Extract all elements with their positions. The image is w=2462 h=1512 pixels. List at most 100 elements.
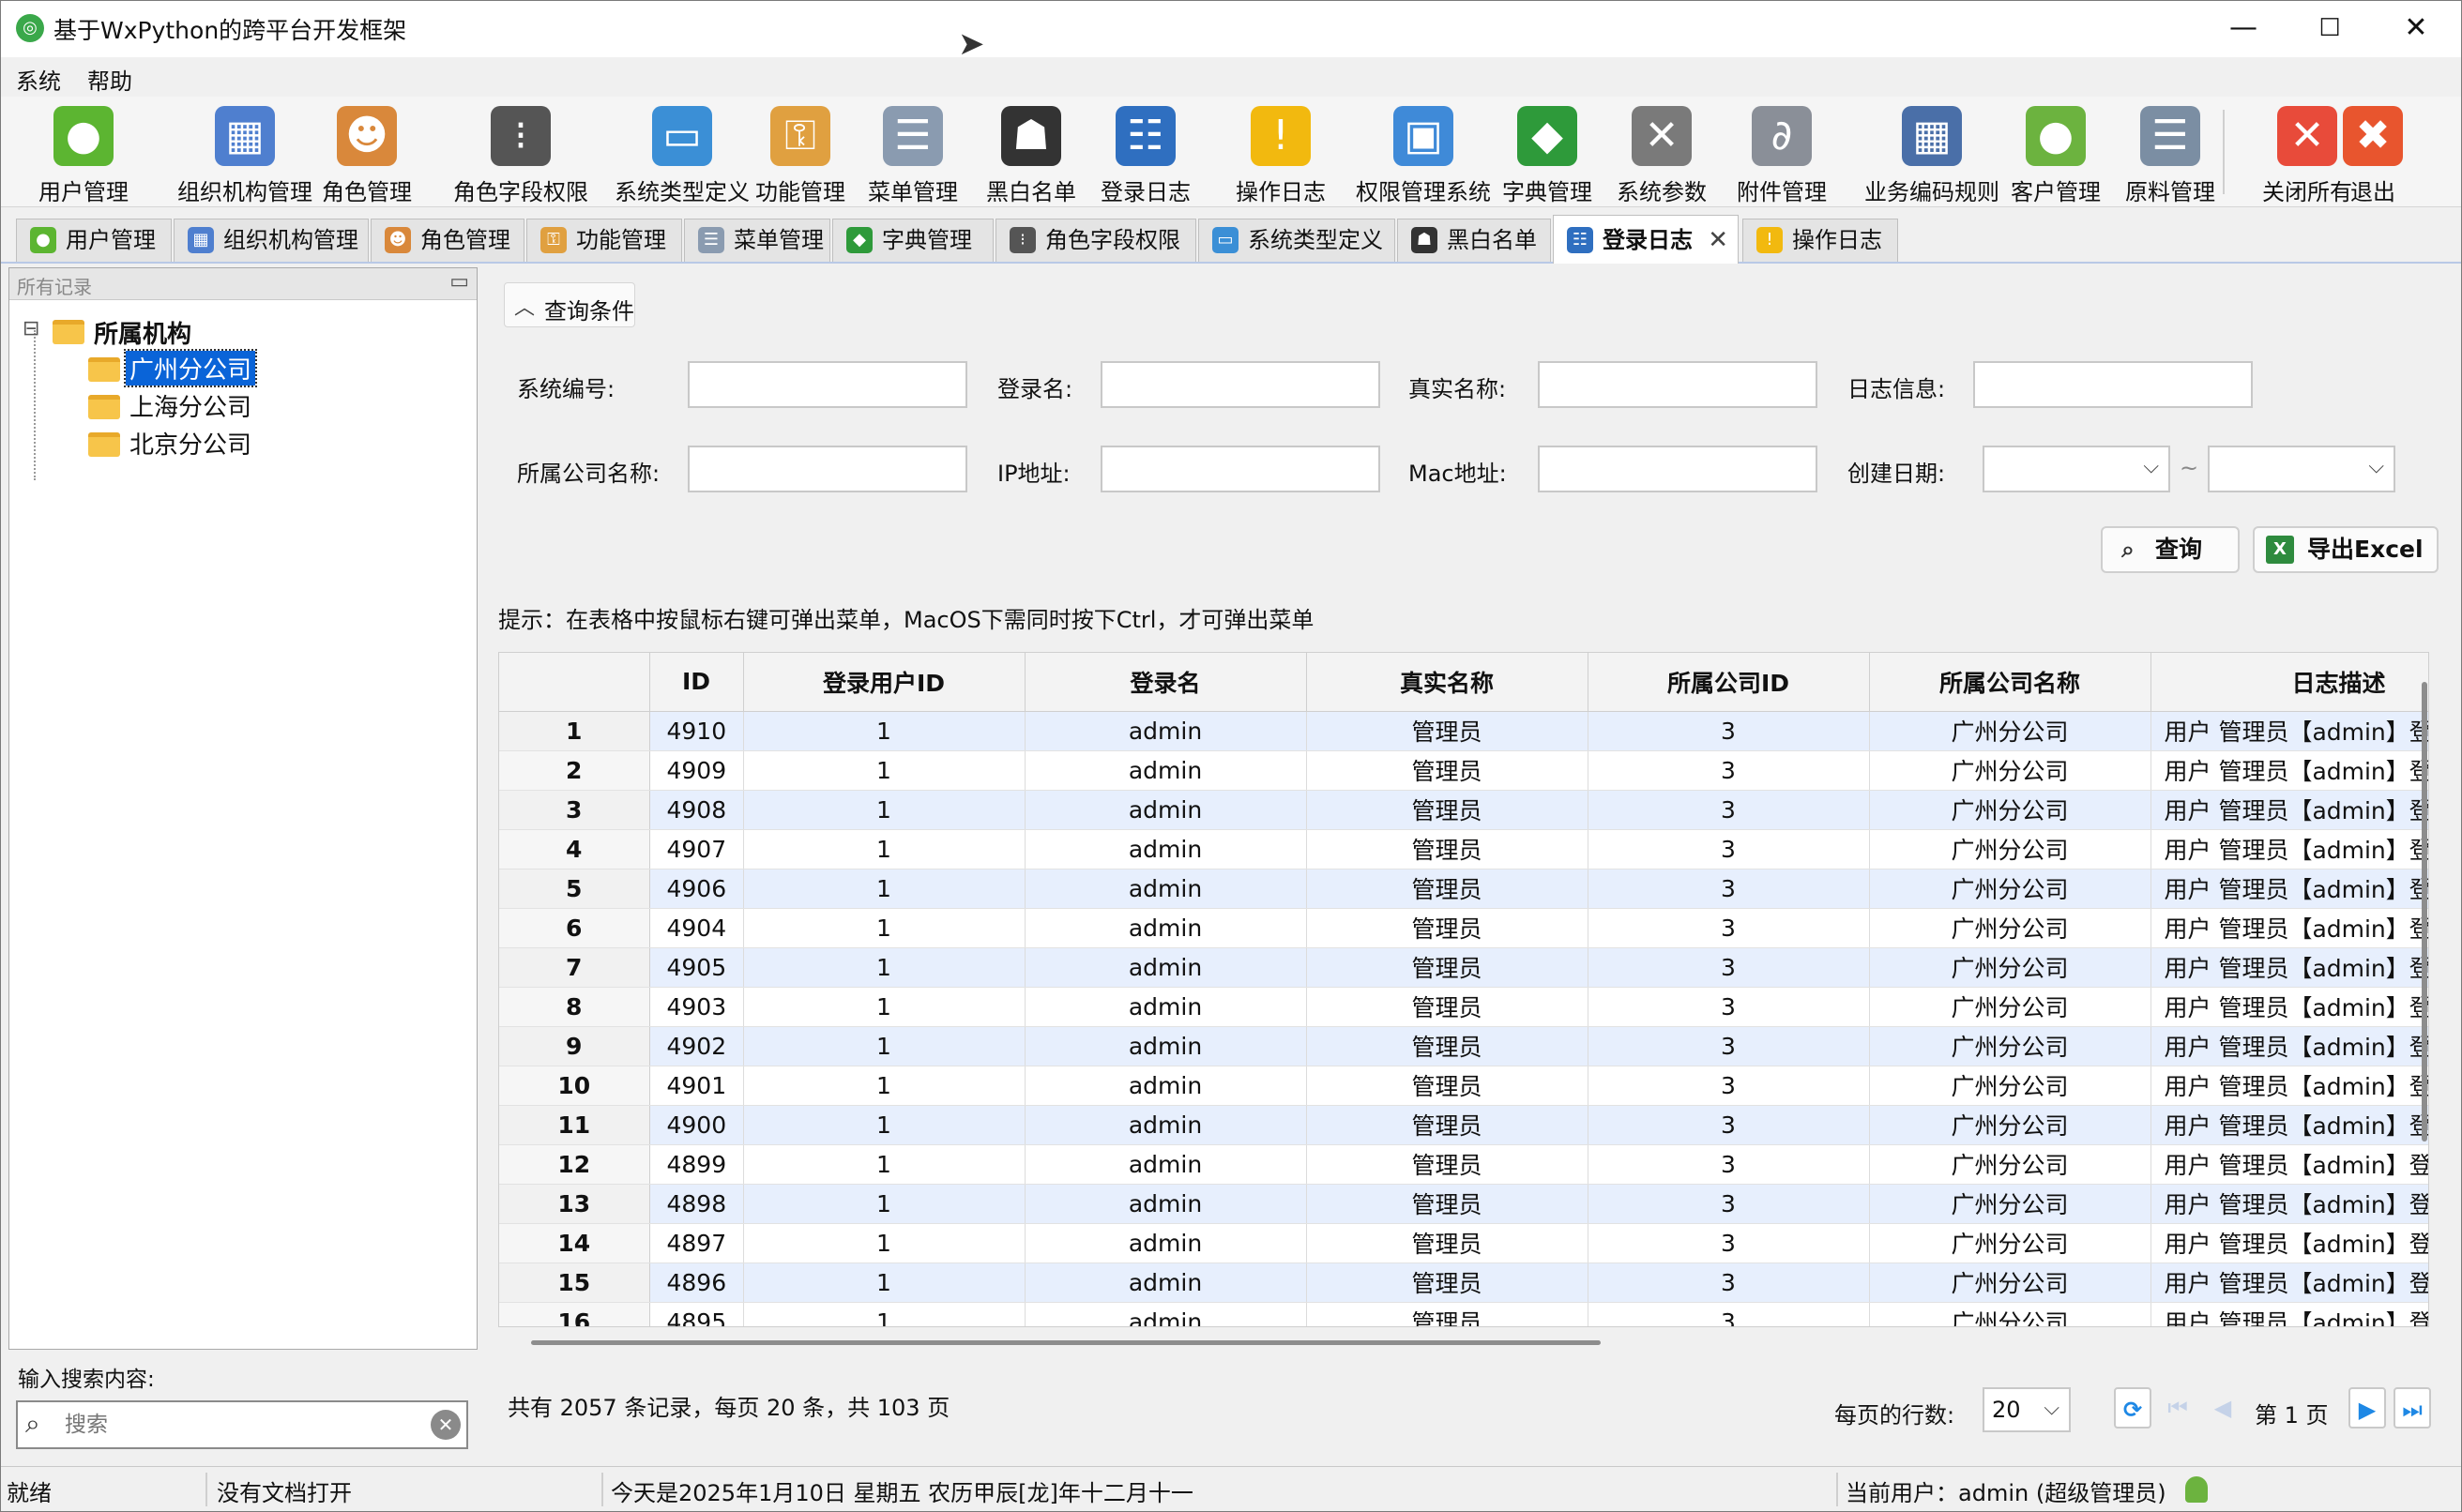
table-cell[interactable]: 1 xyxy=(743,1144,1026,1185)
tab-menu-doc[interactable]: ☰ 菜单管理 xyxy=(684,219,830,262)
table-cell[interactable]: 管理员 xyxy=(1306,1105,1588,1145)
vertical-scrollbar[interactable] xyxy=(2422,682,2427,1142)
table-cell[interactable]: 广州分公司 xyxy=(1869,1066,2151,1106)
login-name-input[interactable] xyxy=(1101,361,1380,408)
table-row[interactable]: 14 4897 1 admin 管理员 3 广州分公司 用户 管理员【admin】登 xyxy=(499,1223,2428,1263)
menu-system[interactable]: 系统 xyxy=(16,63,61,96)
table-cell[interactable]: 广州分公司 xyxy=(1869,750,2151,791)
table-cell[interactable]: 3 xyxy=(1588,987,1870,1027)
tree-node-beijing[interactable]: 北京分公司 xyxy=(129,426,251,461)
system-code-input[interactable] xyxy=(688,361,967,408)
table-cell[interactable]: 3 xyxy=(1588,947,1870,988)
table-cell[interactable]: 用户 管理员【admin】登 xyxy=(2150,1066,2428,1106)
toolbar-agent-button[interactable]: ☗ 黑白名单 xyxy=(982,97,1080,207)
table-cell[interactable]: admin xyxy=(1025,987,1307,1027)
table-cell[interactable]: 管理员 xyxy=(1306,1144,1588,1185)
column-header[interactable]: 日志描述 xyxy=(2150,653,2428,712)
table-cell[interactable]: 4902 xyxy=(649,1026,744,1066)
toolbar-traffic-light-button[interactable]: ⁝ 角色字段权限 xyxy=(429,97,613,207)
table-cell[interactable]: 1 xyxy=(743,947,1026,988)
row-number-cell[interactable]: 3 xyxy=(499,790,650,830)
table-cell[interactable]: 广州分公司 xyxy=(1869,947,2151,988)
table-cell[interactable]: 广州分公司 xyxy=(1869,1144,2151,1185)
table-cell[interactable]: 4909 xyxy=(649,750,744,791)
table-row[interactable]: 15 4896 1 admin 管理员 3 广州分公司 用户 管理员【admin】登 xyxy=(499,1263,2428,1303)
row-number-cell[interactable]: 15 xyxy=(499,1263,650,1303)
table-row[interactable]: 9 4902 1 admin 管理员 3 广州分公司 用户 管理员【admin】登 xyxy=(499,1026,2428,1066)
row-number-cell[interactable]: 9 xyxy=(499,1026,650,1066)
tab-traffic-light[interactable]: ⁝ 角色字段权限 xyxy=(995,219,1196,262)
toolbar-role-button[interactable]: ☻ 角色管理 xyxy=(311,97,423,207)
table-cell[interactable]: 用户 管理员【admin】登 xyxy=(2150,750,2428,791)
table-cell[interactable]: 管理员 xyxy=(1306,790,1588,830)
table-cell[interactable]: 3 xyxy=(1588,1144,1870,1185)
ip-input[interactable] xyxy=(1101,446,1380,492)
table-cell[interactable]: 管理员 xyxy=(1306,829,1588,869)
table-cell[interactable]: 4908 xyxy=(649,790,744,830)
toolbar-user-button[interactable]: ● 用户管理 xyxy=(35,97,132,207)
table-cell[interactable]: 4897 xyxy=(649,1223,744,1263)
tab-close-icon[interactable]: ✕ xyxy=(1708,216,1728,265)
horizontal-scrollbar[interactable] xyxy=(531,1340,1601,1345)
table-cell[interactable]: admin xyxy=(1025,1302,1307,1326)
table-cell[interactable]: 广州分公司 xyxy=(1869,1184,2151,1224)
row-number-cell[interactable]: 8 xyxy=(499,987,650,1027)
table-cell[interactable]: admin xyxy=(1025,869,1307,909)
row-number-cell[interactable]: 4 xyxy=(499,829,650,869)
table-cell[interactable]: 3 xyxy=(1588,1066,1870,1106)
tree-collapse-toggle[interactable]: ⊟ xyxy=(23,317,39,340)
tab-user[interactable]: ● 用户管理 xyxy=(16,219,172,262)
tab-role[interactable]: ☻ 角色管理 xyxy=(371,219,524,262)
tree-node-guangzhou[interactable]: 广州分公司 xyxy=(123,349,258,387)
row-number-cell[interactable]: 12 xyxy=(499,1144,650,1185)
row-number-cell[interactable]: 7 xyxy=(499,947,650,988)
next-page-button[interactable]: ▶ xyxy=(2348,1387,2386,1429)
table-cell[interactable]: 管理员 xyxy=(1306,1302,1588,1326)
table-cell[interactable]: 用户 管理员【admin】登 xyxy=(2150,1223,2428,1263)
table-cell[interactable]: 管理员 xyxy=(1306,869,1588,909)
panel-minimize-button[interactable]: ▭ xyxy=(449,270,469,294)
row-number-cell[interactable]: 10 xyxy=(499,1066,650,1106)
table-cell[interactable]: 广州分公司 xyxy=(1869,1223,2151,1263)
table-cell[interactable]: 用户 管理员【admin】登 xyxy=(2150,790,2428,830)
table-cell[interactable]: 广州分公司 xyxy=(1869,790,2151,830)
mac-input[interactable] xyxy=(1538,446,1817,492)
toolbar-exit-button[interactable]: ✖ 退出 xyxy=(2343,97,2403,207)
table-cell[interactable]: 1 xyxy=(743,869,1026,909)
table-cell[interactable]: 用户 管理员【admin】登 xyxy=(2150,711,2428,751)
table-cell[interactable]: 管理员 xyxy=(1306,1263,1588,1303)
refresh-button[interactable]: ⟳ xyxy=(2114,1387,2151,1429)
tab-dictionary[interactable]: ◆ 字典管理 xyxy=(832,219,994,262)
table-cell[interactable]: 4907 xyxy=(649,829,744,869)
row-number-cell[interactable]: 5 xyxy=(499,869,650,909)
table-cell[interactable]: admin xyxy=(1025,1105,1307,1145)
table-row[interactable]: 4 4907 1 admin 管理员 3 广州分公司 用户 管理员【admin】登 xyxy=(499,829,2428,869)
table-row[interactable]: 2 4909 1 admin 管理员 3 广州分公司 用户 管理员【admin】登 xyxy=(499,750,2428,791)
minimize-button[interactable]: — xyxy=(2200,1,2287,57)
table-cell[interactable]: 广州分公司 xyxy=(1869,987,2151,1027)
table-row[interactable]: 13 4898 1 admin 管理员 3 广州分公司 用户 管理员【admin】登 xyxy=(499,1184,2428,1224)
table-cell[interactable]: 1 xyxy=(743,987,1026,1027)
table-cell[interactable]: 广州分公司 xyxy=(1869,711,2151,751)
company-name-input[interactable] xyxy=(688,446,967,492)
column-header[interactable]: 所属公司名称 xyxy=(1869,653,2151,712)
toolbar-materials-button[interactable]: ☰ 原料管理 xyxy=(2121,97,2219,207)
toolbar-paperclip-button[interactable]: ∂ 附件管理 xyxy=(1733,97,1831,207)
table-cell[interactable]: 用户 管理员【admin】登 xyxy=(2150,1105,2428,1145)
column-header[interactable]: 登录名 xyxy=(1025,653,1307,712)
toolbar-tools-button[interactable]: ✕ 系统参数 xyxy=(1613,97,1710,207)
toolbar-key-button[interactable]: ⚿ 功能管理 xyxy=(752,97,849,207)
table-cell[interactable]: admin xyxy=(1025,1223,1307,1263)
first-page-button[interactable]: ⏮ xyxy=(2159,1387,2196,1429)
table-cell[interactable]: 3 xyxy=(1588,908,1870,948)
table-cell[interactable]: 4900 xyxy=(649,1105,744,1145)
table-cell[interactable]: 管理员 xyxy=(1306,711,1588,751)
table-cell[interactable]: admin xyxy=(1025,1144,1307,1185)
table-cell[interactable]: 4898 xyxy=(649,1184,744,1224)
table-cell[interactable]: 用户 管理员【admin】登 xyxy=(2150,1302,2428,1326)
table-cell[interactable]: 3 xyxy=(1588,829,1870,869)
table-cell[interactable]: 3 xyxy=(1588,1263,1870,1303)
table-cell[interactable]: 管理员 xyxy=(1306,1184,1588,1224)
table-cell[interactable]: 用户 管理员【admin】登 xyxy=(2150,829,2428,869)
table-cell[interactable]: 4899 xyxy=(649,1144,744,1185)
